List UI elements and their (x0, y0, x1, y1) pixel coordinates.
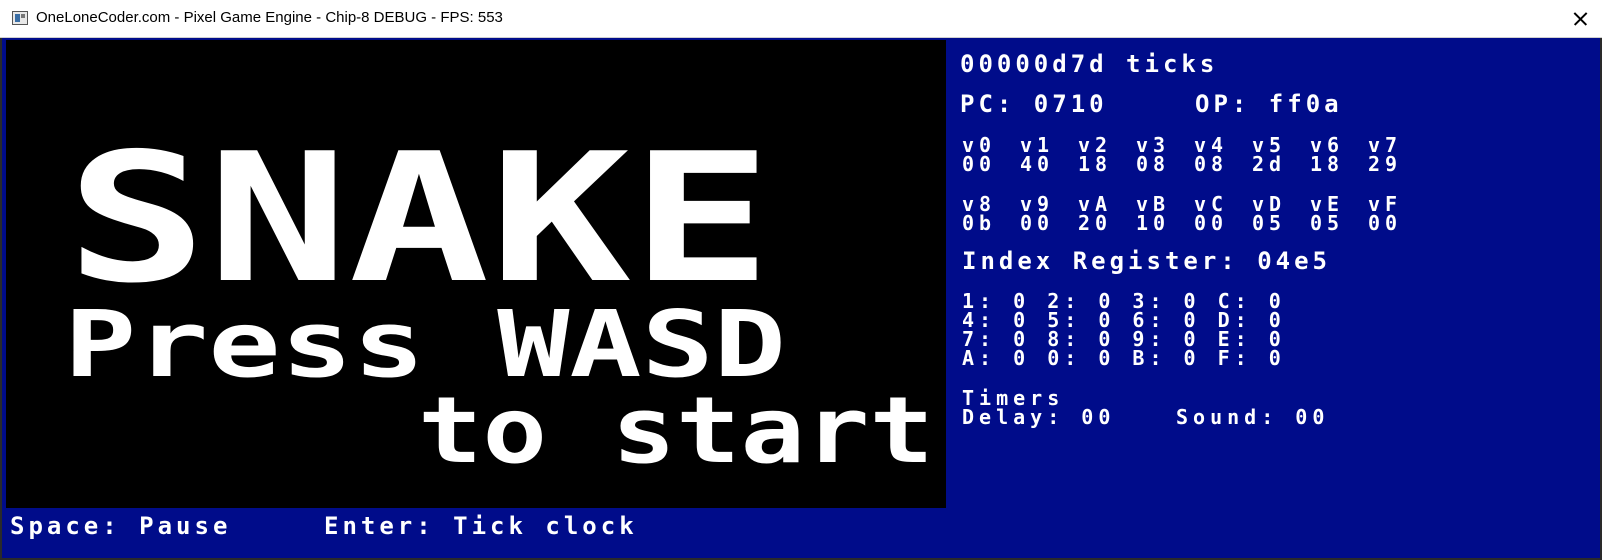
register-value: 00 (962, 152, 997, 176)
register-value: 0b (962, 211, 997, 235)
register-v5: v5 2d (1252, 135, 1310, 176)
register-v9: v9 00 (1020, 194, 1078, 235)
program-counter: PC: 0710 (960, 90, 1108, 118)
register-value: 00 (1194, 211, 1229, 235)
register-vF: vF 00 (1368, 194, 1426, 235)
register-value: 40 (1020, 152, 1055, 176)
register-value: 08 (1194, 152, 1229, 176)
chip8-display-canvas: SNAKE Press WASD to start (64, 115, 934, 484)
current-opcode: OP: ff0a (1195, 90, 1343, 118)
screen-line-start: to start (418, 377, 934, 484)
register-value: 20 (1078, 211, 1113, 235)
register-value: 18 (1078, 152, 1113, 176)
register-value: 08 (1136, 152, 1171, 176)
register-v3: v3 08 (1136, 135, 1194, 176)
register-value: 2d (1252, 152, 1287, 176)
sound-timer: Sound: 00 (1176, 405, 1330, 429)
register-v1: v1 40 (1020, 135, 1078, 176)
register-value: 00 (1368, 211, 1403, 235)
register-value: 18 (1310, 152, 1345, 176)
close-button[interactable] (1556, 0, 1602, 38)
window-title: OneLoneCoder.com - Pixel Game Engine - C… (36, 9, 503, 26)
app-window: OneLoneCoder.com - Pixel Game Engine - C… (0, 0, 1602, 560)
space-pause-hint: Space: Pause (10, 512, 232, 540)
register-value: 10 (1136, 211, 1171, 235)
title-bar[interactable]: OneLoneCoder.com - Pixel Game Engine - C… (0, 0, 1602, 38)
register-v0: v0 00 (962, 135, 1020, 176)
register-value: 29 (1368, 152, 1403, 176)
register-vA: vA 20 (1078, 194, 1136, 235)
register-v6: v6 18 (1310, 135, 1368, 176)
register-vB: vB 10 (1136, 194, 1194, 235)
app-window-icon (12, 11, 28, 25)
register-value: 05 (1310, 211, 1345, 235)
register-value: 00 (1020, 211, 1055, 235)
key-state-row-4: A: 0 0: 0 B: 0 F: 0 (962, 346, 1286, 370)
register-row-1: v0 00 v1 40 v2 18 v3 08 v4 08 v5 2d v6 18 v7 29 (962, 135, 1426, 176)
index-register: Index Register: 04e5 (962, 247, 1331, 275)
chip8-display: SNAKE Press WASD to start (6, 40, 946, 508)
register-row-2: v8 0b v9 00 vA 20 vB 10 vC 00 vD 05 vE 05 vF 00 (962, 194, 1426, 235)
register-v7: v7 29 (1368, 135, 1426, 176)
emulator-client-area: SNAKE Press WASD to start 00000d7d ticks… (0, 38, 1602, 560)
tick-counter: 00000d7d ticks (960, 50, 1219, 78)
delay-timer: Delay: 00 (962, 405, 1116, 429)
register-vE: vE 05 (1310, 194, 1368, 235)
register-value: 05 (1252, 211, 1287, 235)
register-v2: v2 18 (1078, 135, 1136, 176)
register-vC: vC 00 (1194, 194, 1252, 235)
register-vD: vD 05 (1252, 194, 1310, 235)
register-v8: v8 0b (962, 194, 1020, 235)
enter-tick-hint: Enter: Tick clock (324, 512, 638, 540)
register-v4: v4 08 (1194, 135, 1252, 176)
